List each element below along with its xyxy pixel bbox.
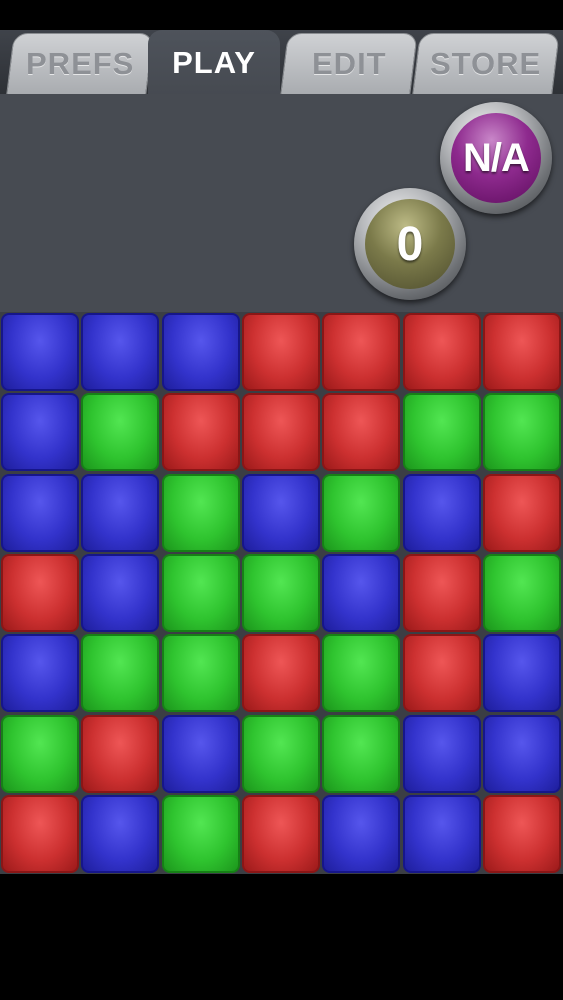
tile-green[interactable] [81, 634, 159, 712]
tile-red[interactable] [242, 393, 320, 471]
tab-store-label: STORE [430, 46, 542, 81]
tile-green[interactable] [162, 634, 240, 712]
tile-green[interactable] [81, 393, 159, 471]
tab-edit[interactable]: EDIT [280, 33, 418, 94]
tile-red[interactable] [1, 554, 79, 632]
tile-blue[interactable] [403, 795, 481, 873]
tile-blue[interactable] [242, 474, 320, 552]
tab-play[interactable]: PLAY [148, 30, 280, 94]
tile-blue[interactable] [403, 474, 481, 552]
tile-red[interactable] [483, 313, 561, 391]
tile-green[interactable] [162, 554, 240, 632]
tile-blue[interactable] [1, 393, 79, 471]
tile-green[interactable] [1, 715, 79, 793]
tab-play-label: PLAY [172, 45, 256, 80]
tile-red[interactable] [242, 634, 320, 712]
tile-blue[interactable] [483, 715, 561, 793]
tile-red[interactable] [483, 474, 561, 552]
tile-blue[interactable] [81, 554, 159, 632]
tile-green[interactable] [322, 474, 400, 552]
tile-red[interactable] [403, 554, 481, 632]
tile-red[interactable] [1, 795, 79, 873]
tab-store[interactable]: STORE [412, 33, 560, 94]
tile-blue[interactable] [483, 634, 561, 712]
tile-blue[interactable] [403, 715, 481, 793]
tile-red[interactable] [322, 313, 400, 391]
current-score-badge: 0 [354, 188, 466, 300]
tile-blue[interactable] [322, 795, 400, 873]
tile-red[interactable] [483, 795, 561, 873]
tile-red[interactable] [242, 795, 320, 873]
tile-red[interactable] [322, 393, 400, 471]
game-board [0, 312, 563, 874]
tile-red[interactable] [81, 715, 159, 793]
tile-green[interactable] [403, 393, 481, 471]
bottom-area [0, 874, 563, 1000]
tile-green[interactable] [162, 474, 240, 552]
tile-blue[interactable] [162, 313, 240, 391]
tile-red[interactable] [242, 313, 320, 391]
current-score-value: 0 [365, 199, 455, 289]
status-bar [0, 0, 563, 30]
tile-blue[interactable] [81, 795, 159, 873]
tile-green[interactable] [322, 634, 400, 712]
tile-green[interactable] [242, 554, 320, 632]
tile-red[interactable] [403, 634, 481, 712]
tile-blue[interactable] [322, 554, 400, 632]
tile-blue[interactable] [81, 313, 159, 391]
tab-prefs[interactable]: PREFS [6, 33, 154, 94]
tile-green[interactable] [162, 795, 240, 873]
tile-green[interactable] [242, 715, 320, 793]
tile-blue[interactable] [1, 313, 79, 391]
tile-red[interactable] [403, 313, 481, 391]
best-score-value: N/A [451, 113, 541, 203]
tile-red[interactable] [162, 393, 240, 471]
tile-blue[interactable] [81, 474, 159, 552]
tab-edit-label: EDIT [311, 46, 387, 81]
tile-green[interactable] [483, 393, 561, 471]
tile-blue[interactable] [162, 715, 240, 793]
tile-green[interactable] [483, 554, 561, 632]
tab-bar: PREFS PLAY EDIT STORE [0, 30, 563, 94]
tile-green[interactable] [322, 715, 400, 793]
tile-blue[interactable] [1, 634, 79, 712]
best-score-badge: N/A [440, 102, 552, 214]
tile-blue[interactable] [1, 474, 79, 552]
tab-prefs-label: PREFS [25, 46, 135, 81]
